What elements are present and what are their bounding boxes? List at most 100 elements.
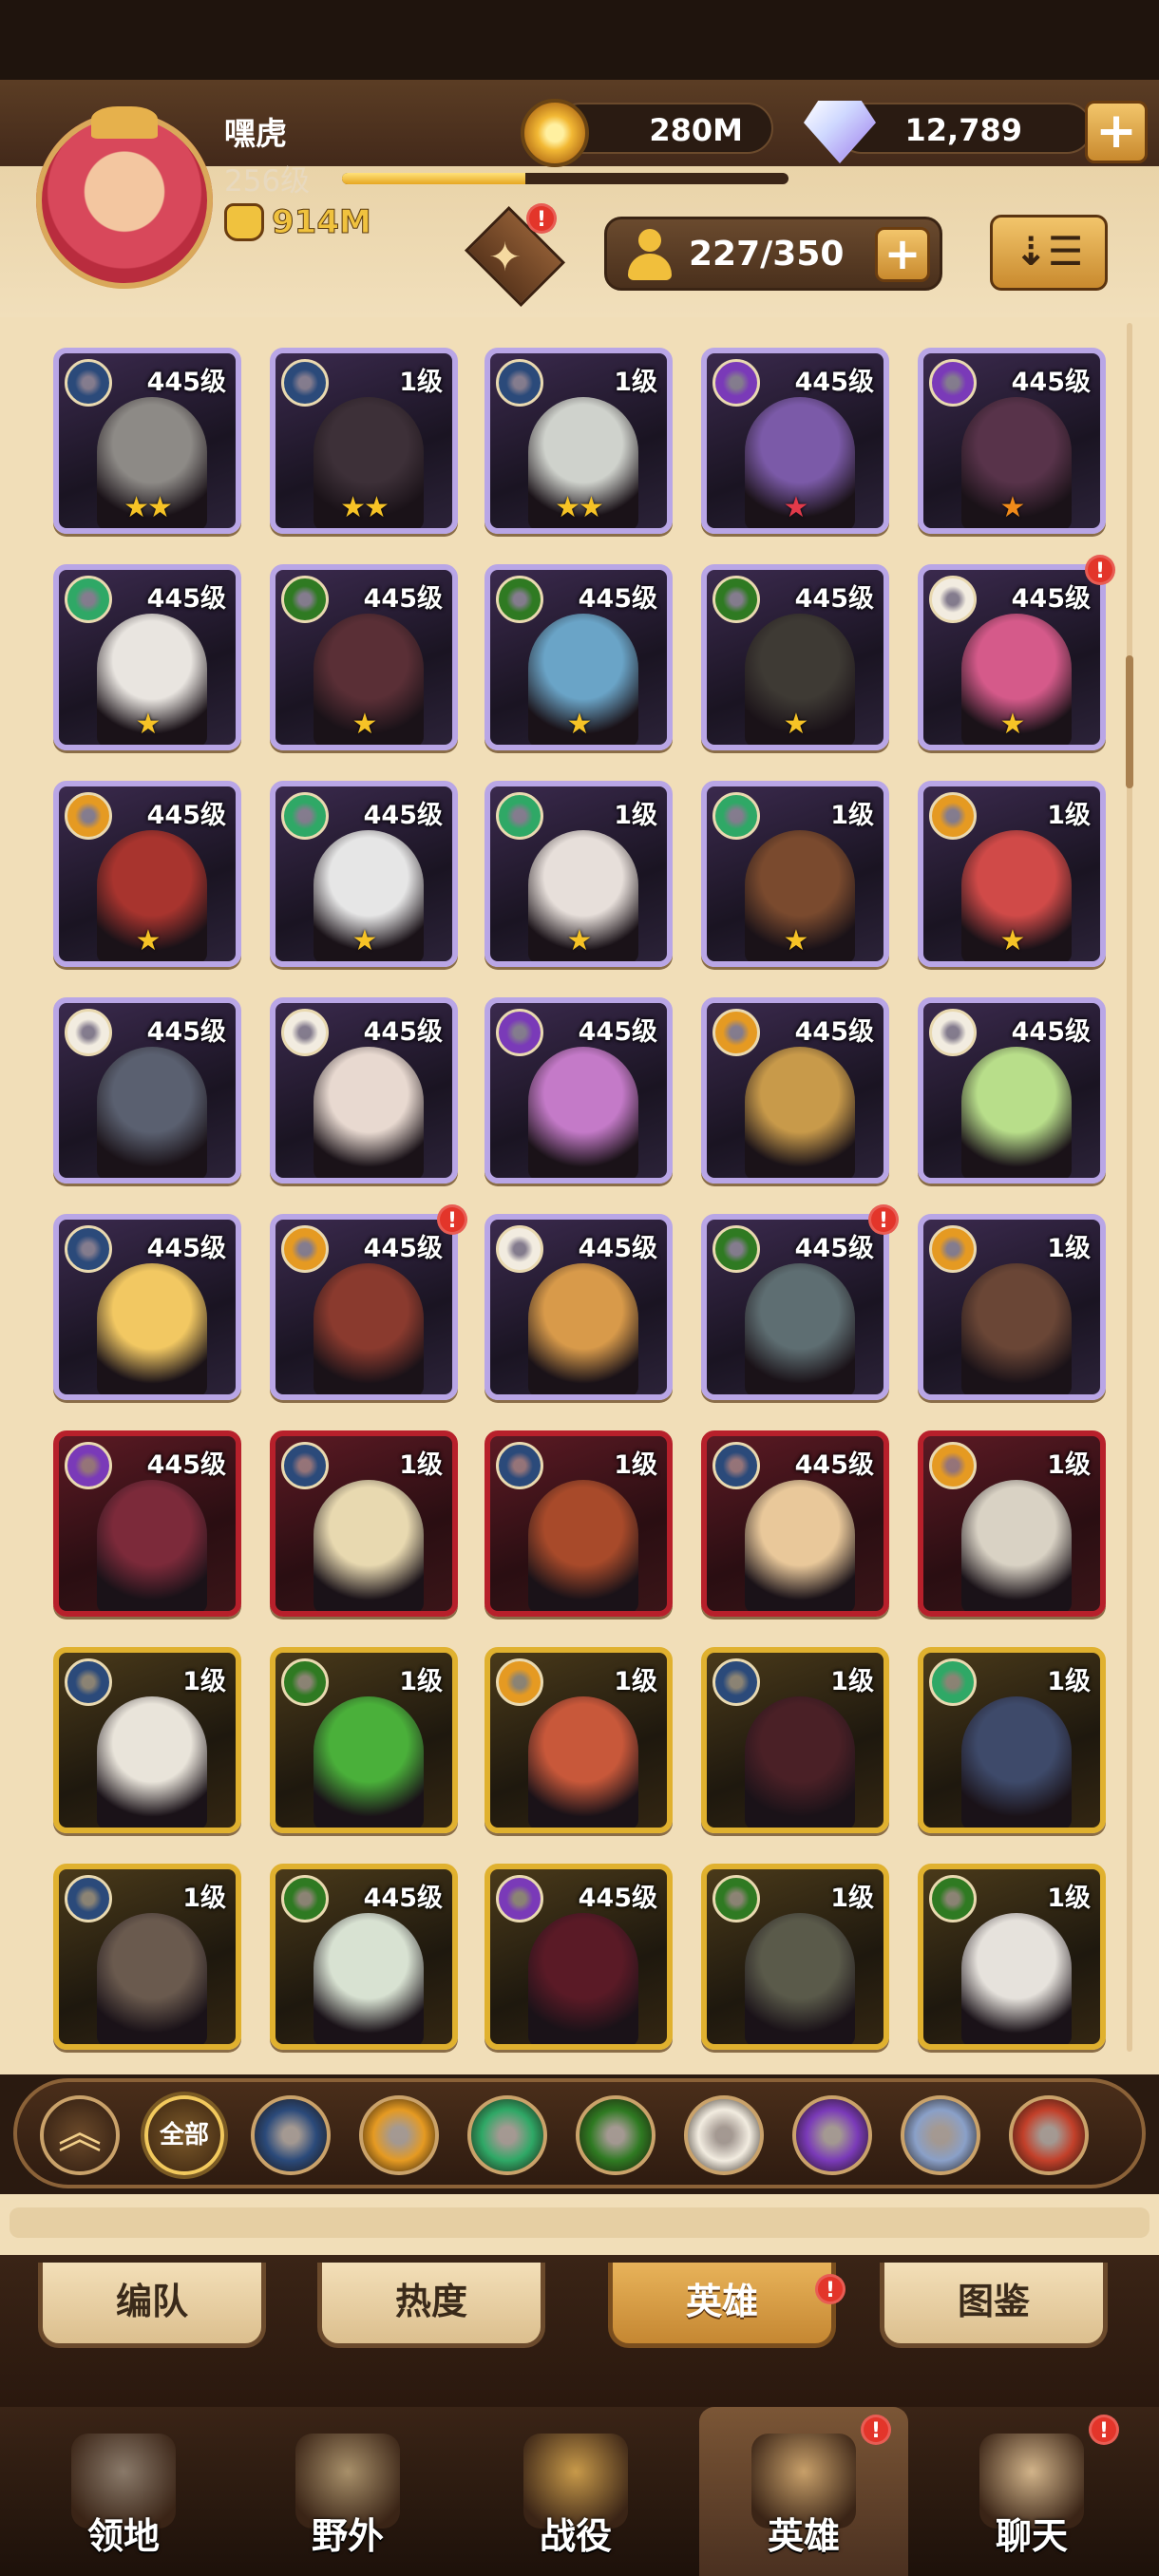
hero-portrait [745, 1047, 855, 1178]
hero-card[interactable]: 445级 ★ [53, 564, 241, 750]
hero-card[interactable]: 1级 [918, 1430, 1106, 1617]
nav-item-2[interactable]: 战役 [471, 2407, 680, 2576]
hero-card[interactable]: 445级 ★ [270, 781, 458, 967]
hero-card[interactable]: 445级 [701, 997, 889, 1184]
hero-card[interactable]: 445级 [701, 1430, 889, 1617]
filter-graveborn-button[interactable] [576, 2095, 656, 2175]
hero-portrait [314, 1047, 424, 1178]
hero-card[interactable]: 1级 ★★ [270, 348, 458, 534]
hero-stars: ★ [352, 924, 378, 957]
filter-draconis-button[interactable] [1009, 2095, 1089, 2175]
hero-card[interactable]: 1级 [484, 1647, 673, 1833]
hero-card[interactable]: 445级 ★★ [53, 348, 241, 534]
graveborn-faction-icon [281, 1875, 329, 1923]
hero-portrait [961, 1696, 1072, 1828]
filter-hypogean-button[interactable] [792, 2095, 872, 2175]
filter-lightbearer-button[interactable] [251, 2095, 331, 2175]
subtab-0[interactable]: 编队 [38, 2263, 266, 2348]
nav-label: 聊天 [995, 2515, 1068, 2557]
hero-card[interactable]: 445级 ★ [918, 564, 1106, 750]
add-diamonds-button[interactable]: + [1085, 101, 1148, 163]
hero-level: 445级 [578, 1884, 657, 1913]
hero-card[interactable]: 445级 [484, 997, 673, 1184]
hero-level: 445级 [363, 1017, 443, 1047]
hero-card[interactable]: 445级 [53, 1430, 241, 1617]
hero-card[interactable]: 1级 [918, 1214, 1106, 1400]
scrollbar-track[interactable] [1127, 323, 1132, 2052]
hero-level: 445级 [146, 1017, 226, 1047]
graveborn-faction-icon [712, 576, 760, 623]
nav-label: 战役 [539, 2515, 612, 2557]
hero-stars: ★ [352, 708, 378, 741]
nav-alert-badge: ! [861, 2415, 891, 2445]
subtab-3[interactable]: 图鉴 [880, 2263, 1108, 2348]
hero-level: 1级 [1047, 801, 1091, 830]
hero-card[interactable]: 1级 ★ [701, 781, 889, 967]
nav-item-0[interactable]: 领地 [19, 2407, 228, 2576]
filter-celestial-button[interactable] [684, 2095, 764, 2175]
hero-card[interactable]: 445级 ★ [701, 564, 889, 750]
filter-all-button[interactable]: 全部 [144, 2095, 224, 2175]
event-alert-badge: ! [526, 203, 557, 234]
hero-card[interactable]: 445级 ★ [53, 781, 241, 967]
filter-mauler-button[interactable] [359, 2095, 439, 2175]
nav-item-1[interactable]: 野外 [243, 2407, 452, 2576]
mauler-faction-icon [712, 1009, 760, 1056]
hero-card[interactable]: 1级 [53, 1864, 241, 2050]
player-avatar[interactable] [36, 106, 213, 289]
hero-card[interactable]: 445级 [270, 1214, 458, 1400]
hero-card[interactable]: 445级 [701, 1214, 889, 1400]
double-chevron-up-icon[interactable]: ︽ [40, 2095, 120, 2175]
scrollbar-thumb[interactable] [1126, 655, 1133, 788]
nav-item-4[interactable]: 聊天! [927, 2407, 1136, 2576]
sort-descending-icon: ⇣☰ [1014, 228, 1084, 275]
hero-stars: ★ [999, 924, 1026, 957]
hero-card[interactable]: 1级 [918, 1647, 1106, 1833]
diamond-pill[interactable]: 12,789 [836, 103, 1092, 154]
hero-level: 445级 [794, 368, 874, 397]
event-button[interactable]: ✦ ! [445, 198, 578, 308]
hero-card[interactable]: 445级 [53, 997, 241, 1184]
hero-card[interactable]: 1级 [484, 1430, 673, 1617]
hero-card[interactable]: 445级 [484, 1214, 673, 1400]
nav-item-3[interactable]: 英雄! [699, 2407, 908, 2576]
hero-card[interactable]: 1级 [270, 1430, 458, 1617]
hero-level: 1级 [830, 801, 874, 830]
hero-card[interactable]: 445级 ★ [270, 564, 458, 750]
hero-card[interactable]: 445级 ★ [484, 564, 673, 750]
hero-card[interactable]: 445级 [270, 997, 458, 1184]
hero-card[interactable]: 1级 [918, 1864, 1106, 2050]
hero-level: 445级 [794, 584, 874, 614]
sort-button[interactable]: ⇣☰ [990, 215, 1108, 291]
hero-card[interactable]: 445级 [53, 1214, 241, 1400]
hero-card[interactable]: 1级 ★ [918, 781, 1106, 967]
hero-card[interactable]: 445级 [484, 1864, 673, 2050]
hero-card[interactable]: 1级 ★ [484, 781, 673, 967]
hero-card[interactable]: 1级 [701, 1864, 889, 2050]
hero-portrait [314, 1480, 424, 1611]
wilder-faction-icon [65, 576, 112, 623]
hero-card[interactable]: 445级 [918, 997, 1106, 1184]
hero-grid-area: 445级 ★★ 1级 ★★ 1级 ★★ 445级 ★ 445级 ★ 445级 ★ 445级 ★ 445级 ★ 4… [0, 317, 1159, 2074]
hero-portrait [745, 1263, 855, 1394]
person-icon [628, 229, 672, 280]
filter-wilder-button[interactable] [467, 2095, 547, 2175]
subtab-1[interactable]: 热度 [317, 2263, 545, 2348]
nav-label: 英雄 [767, 2515, 840, 2557]
hero-card[interactable]: 445级 ★ [701, 348, 889, 534]
hero-card[interactable]: 1级 [701, 1647, 889, 1833]
celestial-faction-icon [496, 1225, 543, 1273]
hero-card[interactable]: 445级 ★ [918, 348, 1106, 534]
subtab-2[interactable]: 英雄 [608, 2263, 836, 2348]
hero-card[interactable]: 1级 ★★ [484, 348, 673, 534]
hero-count: 227/350 [689, 235, 845, 274]
hero-level: 1级 [830, 1667, 874, 1696]
hero-card[interactable]: 1级 [270, 1647, 458, 1833]
hero-card[interactable]: 1级 [53, 1647, 241, 1833]
hero-stars: ★ [783, 924, 809, 957]
hero-portrait [745, 1913, 855, 2044]
filter-dimensional-button[interactable] [901, 2095, 980, 2175]
hero-card[interactable]: 445级 [270, 1864, 458, 2050]
hero-level: 1级 [1047, 1450, 1091, 1480]
expand-slots-button[interactable]: + [875, 227, 930, 282]
